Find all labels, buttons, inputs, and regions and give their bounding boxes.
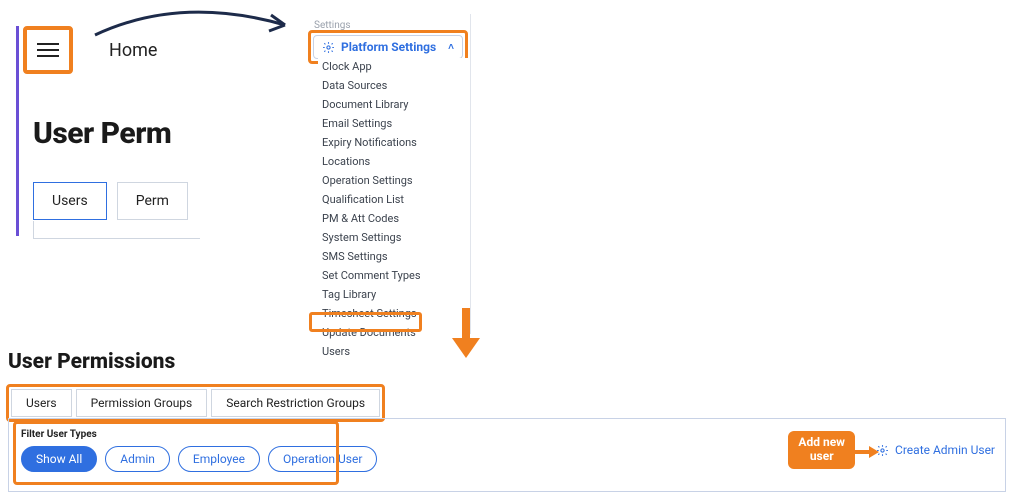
platform-settings-dropdown[interactable]: Platform Settings ˄	[313, 35, 463, 59]
settings-item-document-library[interactable]: Document Library	[318, 96, 468, 112]
annotation-callout-add-new-user: Add new user	[788, 431, 855, 469]
tab-search-restriction-groups[interactable]: Search Restriction Groups	[211, 389, 380, 417]
mini-tab-users[interactable]: Users	[33, 182, 107, 220]
gear-icon	[876, 444, 889, 457]
settings-item-operation-settings[interactable]: Operation Settings	[318, 172, 468, 188]
filter-pill-show-all[interactable]: Show All	[21, 446, 97, 472]
hamburger-menu-button[interactable]	[23, 26, 73, 74]
settings-item-tag-library[interactable]: Tag Library	[318, 286, 468, 302]
tab-users[interactable]: Users	[11, 389, 72, 417]
callout-line2: user	[810, 449, 834, 463]
mini-tab-permission-cropped[interactable]: Perm	[117, 182, 188, 220]
settings-item-update-documents[interactable]: Update Documents	[318, 324, 468, 340]
users-panel: Filter User Types Show All Admin Employe…	[8, 418, 1006, 492]
callout-line1: Add new	[798, 435, 845, 449]
gear-icon	[322, 41, 335, 54]
tab-underline	[33, 221, 213, 239]
panel-divider	[470, 14, 471, 334]
settings-item-clock-app[interactable]: Clock App	[318, 58, 468, 74]
filter-pill-operation-user[interactable]: Operation User	[268, 446, 377, 472]
settings-item-sms-settings[interactable]: SMS Settings	[318, 248, 468, 264]
settings-item-qualification-list[interactable]: Qualification List	[318, 191, 468, 207]
settings-item-expiry-notifications[interactable]: Expiry Notifications	[318, 134, 468, 150]
annotation-highlight-tabs: Users Permission Groups Search Restricti…	[6, 384, 385, 422]
create-admin-user-label: Create Admin User	[895, 443, 995, 457]
settings-item-set-comment-types[interactable]: Set Comment Types	[318, 267, 468, 283]
create-admin-user-link[interactable]: Create Admin User	[876, 443, 995, 457]
settings-item-timesheet-settings[interactable]: Timesheet Settings	[318, 305, 468, 321]
filter-pill-admin[interactable]: Admin	[105, 446, 170, 472]
breadcrumb-home[interactable]: Home	[109, 40, 157, 61]
settings-item-users[interactable]: Users	[318, 343, 468, 359]
settings-item-pm-att-codes[interactable]: PM & Att Codes	[318, 210, 468, 226]
page-title: User Permissions	[8, 350, 175, 374]
filter-pill-employee[interactable]: Employee	[178, 446, 260, 472]
page-title-cropped: User Perm	[33, 116, 171, 151]
settings-item-data-sources[interactable]: Data Sources	[318, 77, 468, 93]
settings-item-email-settings[interactable]: Email Settings	[318, 115, 468, 131]
dropdown-label: Platform Settings	[341, 40, 436, 54]
crop-mask	[200, 0, 310, 240]
settings-item-system-settings[interactable]: System Settings	[318, 229, 468, 245]
settings-item-locations[interactable]: Locations	[318, 153, 468, 169]
tab-permission-groups[interactable]: Permission Groups	[76, 389, 208, 417]
chevron-up-icon: ˄	[448, 42, 454, 53]
